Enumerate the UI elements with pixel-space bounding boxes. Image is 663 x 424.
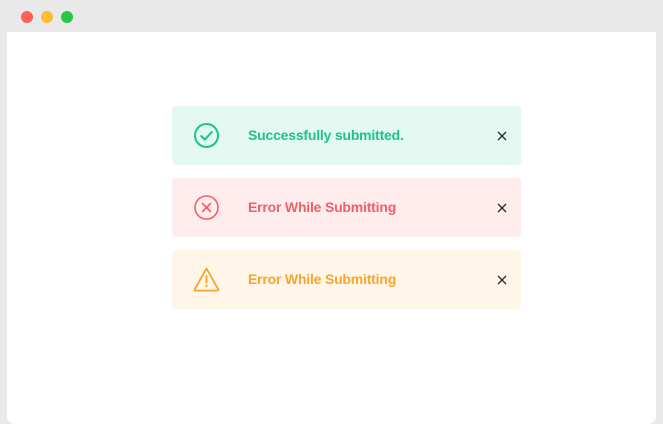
- page-content: Successfully submitted. Error While Subm…: [7, 32, 656, 424]
- alert-message: Error While Submitting: [248, 271, 397, 287]
- browser-window: Successfully submitted. Error While Subm…: [0, 0, 663, 424]
- alert-message: Successfully submitted.: [248, 127, 404, 143]
- success-alert: Successfully submitted.: [172, 106, 521, 165]
- warning-alert: Error While Submitting: [172, 250, 521, 309]
- close-icon[interactable]: [491, 125, 513, 147]
- warning-triangle-icon: [192, 265, 221, 294]
- window-maximize-button[interactable]: [61, 11, 73, 23]
- error-alert: Error While Submitting: [172, 178, 521, 237]
- window-minimize-button[interactable]: [41, 11, 53, 23]
- window-titlebar: [0, 0, 663, 32]
- x-circle-icon: [192, 193, 221, 222]
- window-close-button[interactable]: [21, 11, 33, 23]
- close-icon[interactable]: [491, 269, 513, 291]
- alert-message: Error While Submitting: [248, 199, 397, 215]
- close-icon[interactable]: [491, 197, 513, 219]
- check-circle-icon: [192, 121, 221, 150]
